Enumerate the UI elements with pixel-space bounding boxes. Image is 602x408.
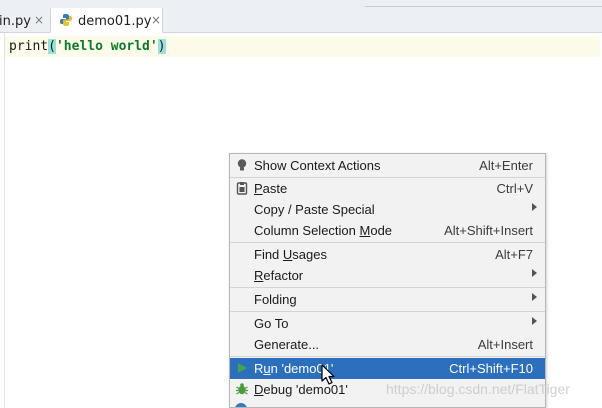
close-icon[interactable]: × xyxy=(151,13,161,27)
menu-item-paste[interactable]: Paste Ctrl+V xyxy=(230,178,545,199)
menu-item-label: Generate... xyxy=(254,337,320,352)
context-menu: Show Context Actions Alt+Enter Paste Ctr… xyxy=(229,153,546,408)
tab-demo01-py[interactable]: demo01.py × xyxy=(50,8,163,33)
watermark-text: https://blog.csdn.net/FlatTiger xyxy=(386,381,570,397)
menu-item-label: Go To xyxy=(254,316,289,331)
menu-item-partial[interactable] xyxy=(230,401,545,407)
menu-item-column-selection-mode[interactable]: Column Selection Mode Alt+Shift+Insert xyxy=(230,220,545,241)
run-icon xyxy=(238,363,247,373)
mouse-cursor-icon xyxy=(321,364,335,385)
python-file-icon xyxy=(60,14,72,26)
submenu-arrow-icon xyxy=(532,317,537,325)
menu-separator xyxy=(230,311,545,312)
lightbulb-icon xyxy=(237,159,247,171)
clipboard-icon xyxy=(236,182,248,195)
menu-item-label: Column Selection Mode xyxy=(254,223,393,238)
menu-item-generate[interactable]: Generate... Alt+Insert xyxy=(230,334,545,355)
code-line[interactable]: print('hello world') xyxy=(9,38,166,55)
submenu-arrow-icon xyxy=(532,293,537,301)
python-console-icon xyxy=(235,403,247,407)
menu-separator xyxy=(230,356,545,357)
code-function: print xyxy=(9,39,49,54)
menu-item-show-context-actions[interactable]: Show Context Actions Alt+Enter xyxy=(230,155,545,176)
menu-item-shortcut: Alt+Shift+Insert xyxy=(444,223,533,238)
menu-item-copy-paste-special[interactable]: Copy / Paste Special xyxy=(230,199,545,220)
menu-item-folding[interactable]: Folding xyxy=(230,289,545,310)
menu-item-shortcut: Alt+Enter xyxy=(479,158,533,173)
close-icon[interactable]: × xyxy=(34,13,44,27)
editor-tab-bar: in.py × demo01.py × xyxy=(0,0,602,33)
menu-item-find-usages[interactable]: Find Usages Alt+F7 xyxy=(230,244,545,265)
submenu-arrow-icon xyxy=(532,269,537,277)
menu-item-shortcut: Ctrl+V xyxy=(496,181,533,196)
menu-item-label: Find Usages xyxy=(254,247,327,262)
tab-label: in.py xyxy=(0,14,31,29)
menu-separator xyxy=(230,242,545,243)
menu-item-label: Copy / Paste Special xyxy=(254,202,375,217)
menu-item-shortcut: Alt+F7 xyxy=(495,247,533,262)
menu-item-label: Show Context Actions xyxy=(254,158,381,173)
code-paren-close: ) xyxy=(157,39,166,54)
menu-separator xyxy=(230,287,545,288)
code-string: 'hello world' xyxy=(55,39,158,54)
menu-item-refactor[interactable]: Refactor xyxy=(230,265,545,286)
code-paren-open: ( xyxy=(48,39,56,54)
menu-item-label: Paste xyxy=(254,181,288,196)
menu-item-shortcut: Alt+Insert xyxy=(477,337,533,352)
menu-item-shortcut: Ctrl+Shift+F10 xyxy=(449,361,533,376)
gutter-divider xyxy=(4,33,5,408)
menu-item-run-demo01[interactable]: Run 'demo01' Ctrl+Shift+F10 xyxy=(230,358,545,379)
submenu-arrow-icon xyxy=(532,203,537,211)
tab-main-py[interactable]: in.py × xyxy=(0,8,50,33)
tab-bar-divider xyxy=(365,0,602,7)
debug-icon xyxy=(236,383,248,395)
tab-label: demo01.py xyxy=(78,14,152,29)
menu-item-label: Refactor xyxy=(254,268,304,283)
menu-item-go-to[interactable]: Go To xyxy=(230,313,545,334)
menu-item-label: Folding xyxy=(254,292,297,307)
